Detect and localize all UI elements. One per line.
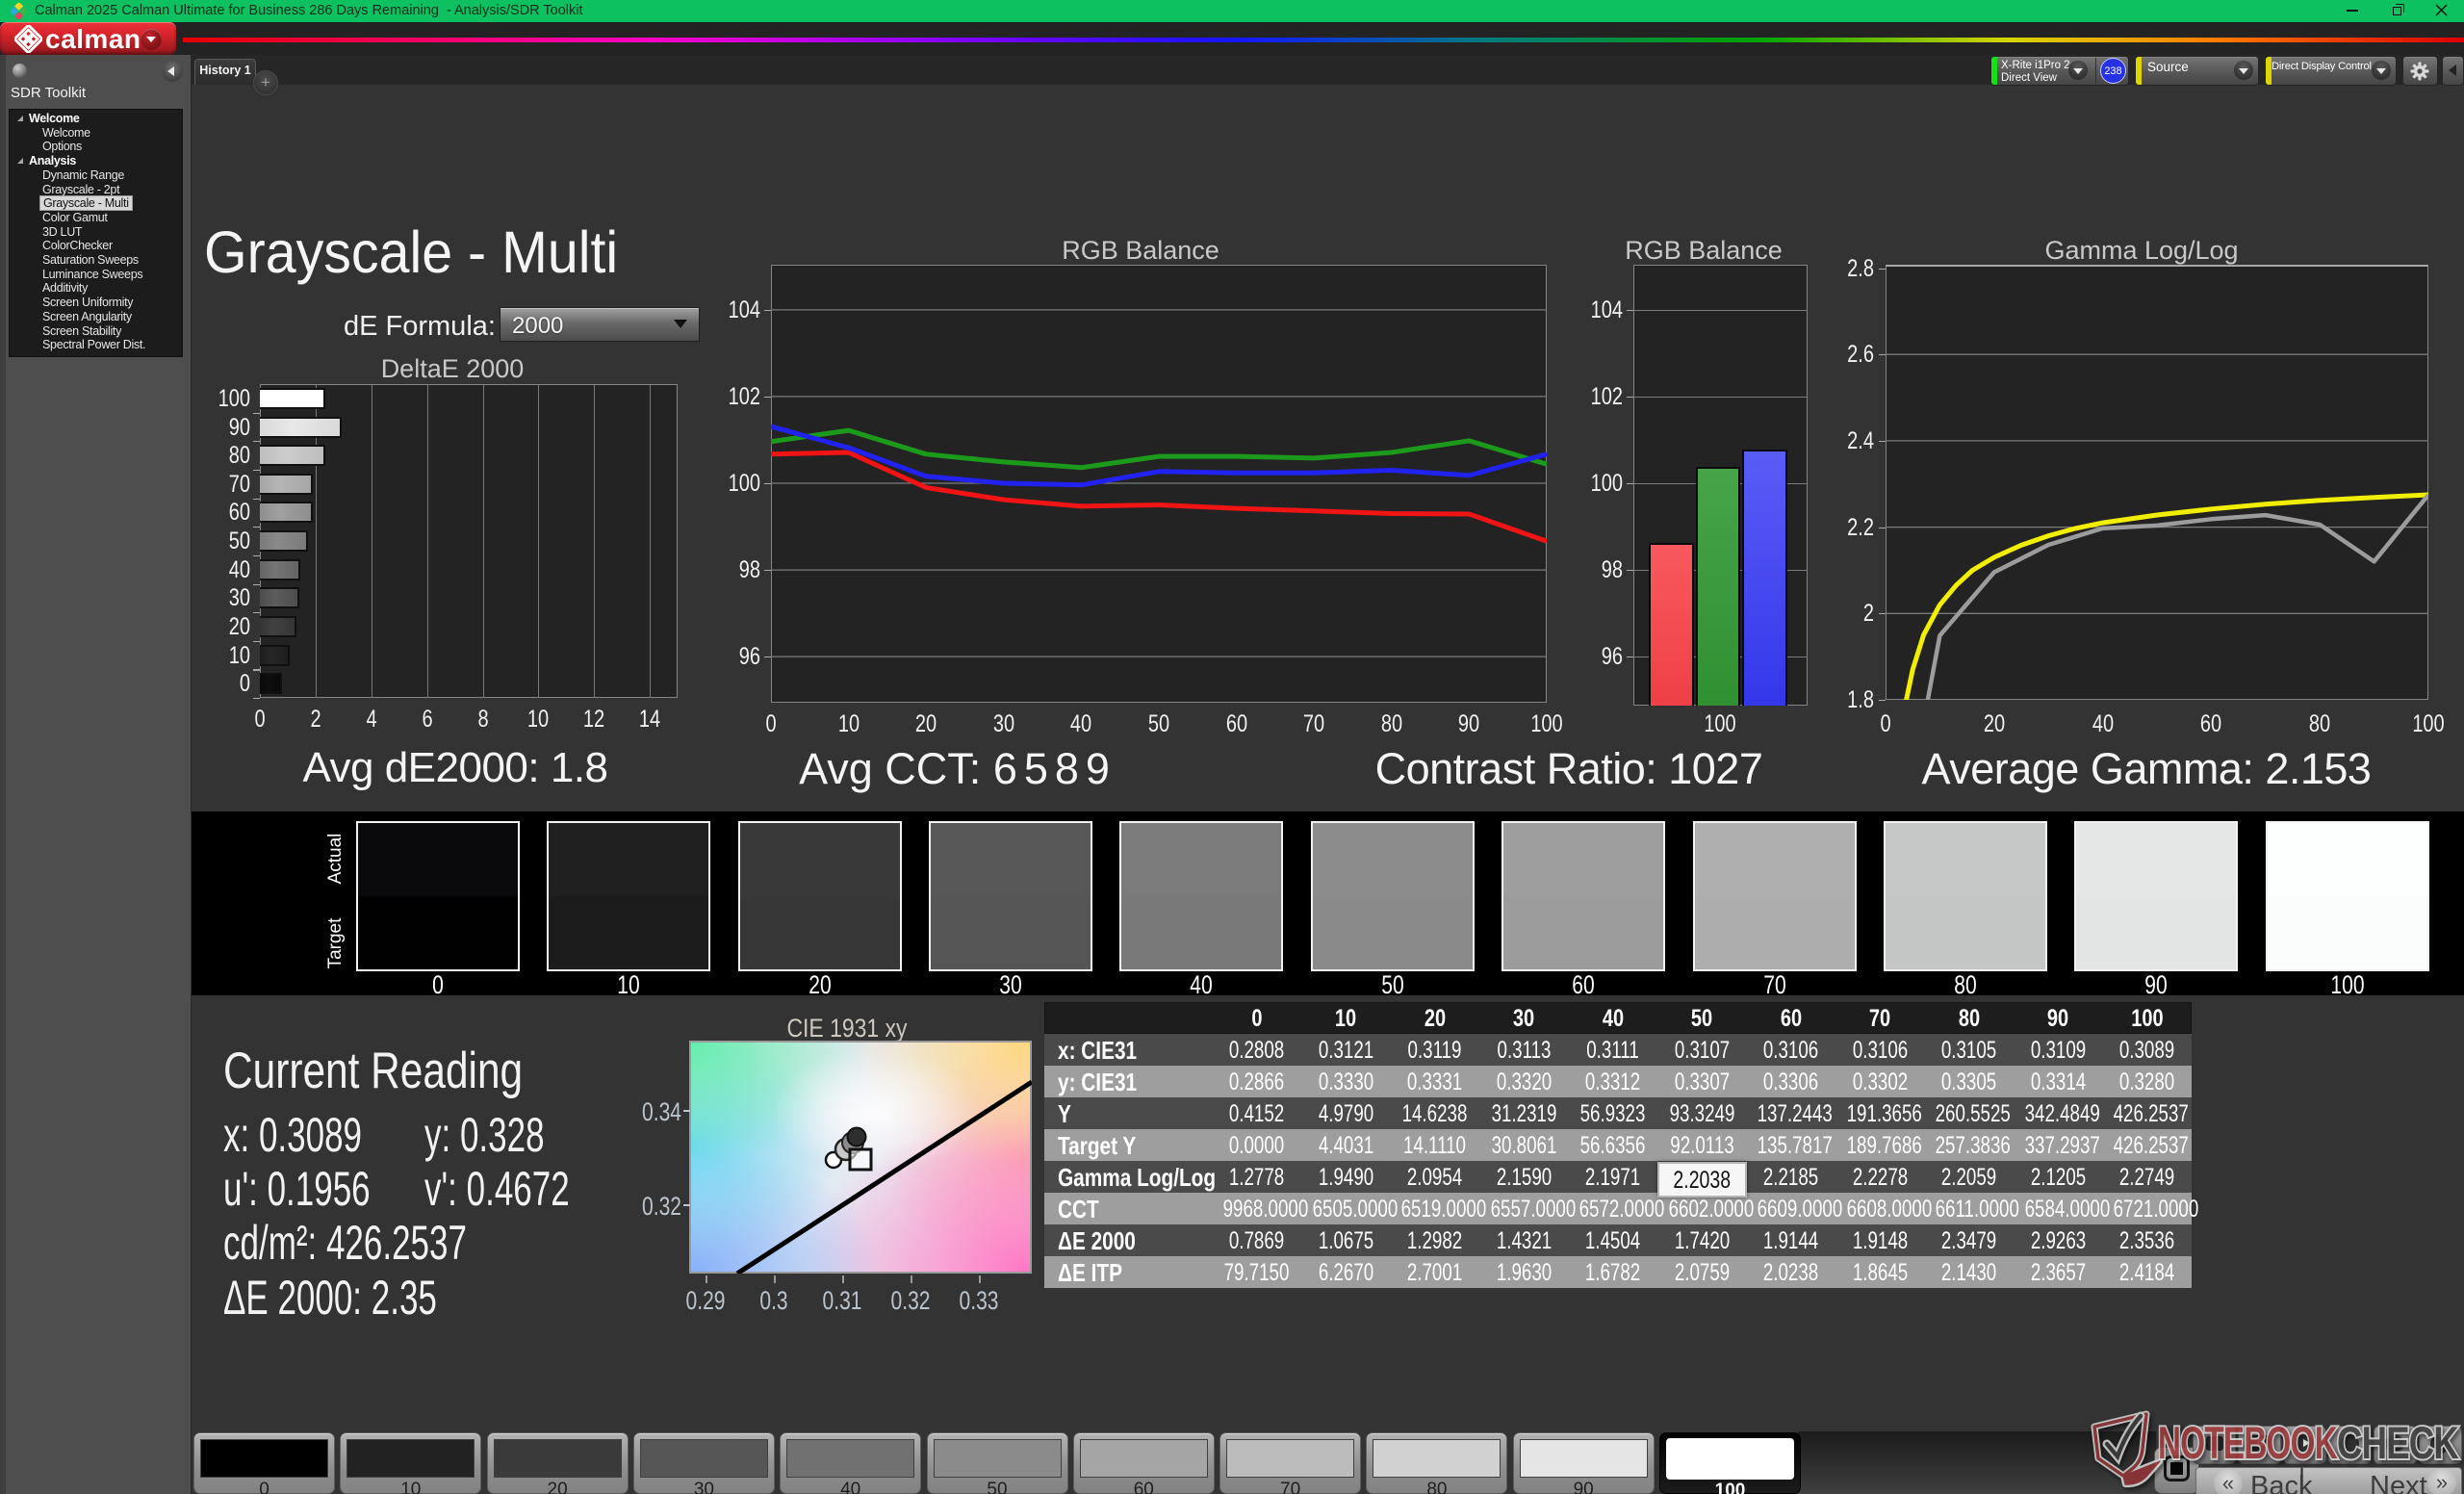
svg-text:NOTEBOOKCHECK: NOTEBOOKCHECK — [2158, 1417, 2459, 1468]
